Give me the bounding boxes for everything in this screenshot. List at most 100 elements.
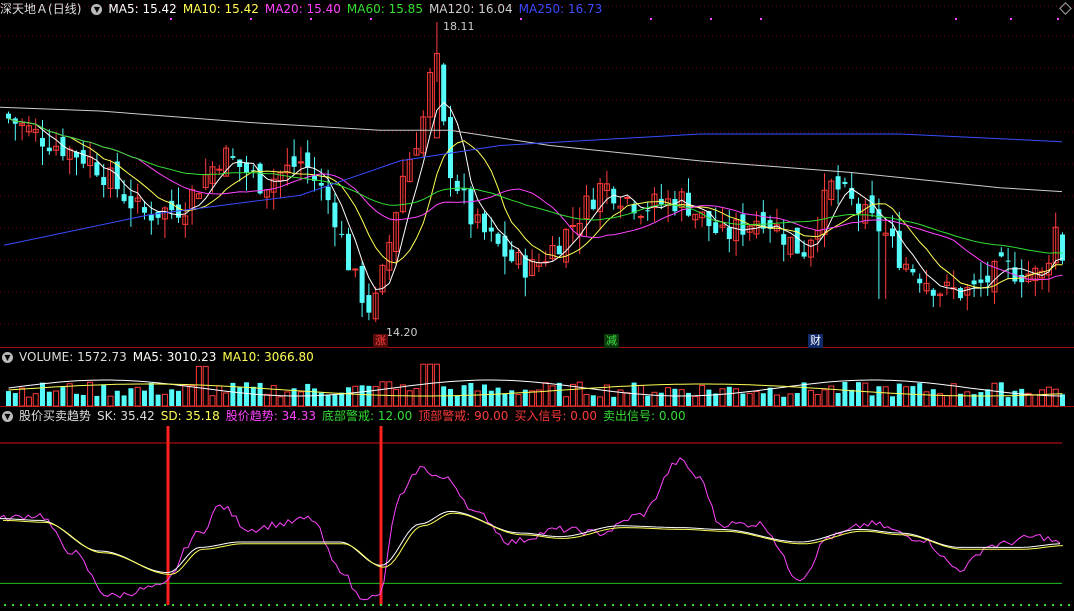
bottom-dot xyxy=(748,604,750,606)
volume-bar-up xyxy=(943,395,950,407)
bottom-dot xyxy=(260,604,262,606)
bottom-dot xyxy=(476,604,478,606)
bottom-dot xyxy=(604,604,606,606)
bottom-dot xyxy=(724,604,726,606)
signal-dot xyxy=(170,18,172,20)
volume-bar-up xyxy=(277,396,284,407)
volume-bar-down xyxy=(237,387,243,406)
bottom-dot xyxy=(892,604,894,606)
bottom-dot xyxy=(692,604,694,606)
candle-down xyxy=(305,152,311,168)
volume-bar-up xyxy=(189,384,196,407)
volume-bar-down xyxy=(244,382,249,406)
bottom-dot xyxy=(444,604,446,606)
candle-down xyxy=(781,234,787,245)
candle-down xyxy=(237,159,243,167)
volume-bar-up xyxy=(1052,388,1059,407)
volume-bar-up xyxy=(427,363,434,407)
volume-bar-down xyxy=(40,382,45,406)
volume-bar-down xyxy=(359,385,365,406)
volume-bar-up xyxy=(964,391,971,407)
volume-bar-down xyxy=(502,393,508,406)
candle-down xyxy=(230,156,236,158)
candle-down xyxy=(917,278,923,284)
top-warn-value: 顶部警戒: 90.00 xyxy=(418,409,509,423)
candle-down xyxy=(325,186,331,201)
volume-bar-down xyxy=(726,386,732,406)
bottom-dot xyxy=(228,604,230,606)
volume-bar-up xyxy=(515,394,522,407)
candle-down xyxy=(1005,260,1011,262)
signal-dot xyxy=(710,18,712,20)
candle-down xyxy=(461,188,467,191)
volume-bar-up xyxy=(297,391,304,407)
bottom-dot xyxy=(532,604,534,606)
volume-bar-down xyxy=(890,396,895,406)
candle-down xyxy=(890,228,895,237)
bottom-dot xyxy=(772,604,774,606)
bottom-dot xyxy=(68,604,70,606)
volume-bar-down xyxy=(305,383,311,406)
bottom-dot xyxy=(180,604,182,606)
volume-bar-down xyxy=(869,395,875,406)
volume-bar-down xyxy=(658,392,664,406)
bottom-dot xyxy=(484,604,486,606)
volume-bar-down xyxy=(312,388,317,406)
bottom-dot xyxy=(660,604,662,606)
bottom-dot xyxy=(340,604,342,606)
volume-bar-down xyxy=(128,388,134,406)
bottom-dot xyxy=(820,604,822,606)
bottom-dot xyxy=(76,604,78,606)
ma250-line xyxy=(3,133,1063,246)
volume-bar-up xyxy=(433,363,440,407)
bottom-dot xyxy=(644,604,646,606)
volume-bar-down xyxy=(448,388,453,406)
bottom-dot xyxy=(788,604,790,606)
bottom-dot xyxy=(396,604,398,606)
candle-down xyxy=(244,162,249,173)
candle-down xyxy=(930,289,936,296)
buy-signal-value: 买入信号: 0.00 xyxy=(514,409,598,423)
bottom-dot xyxy=(684,604,686,606)
collapse-icon[interactable]: ▼ xyxy=(2,411,13,422)
candle-down xyxy=(842,181,848,185)
bottom-dot xyxy=(908,604,910,606)
bottom-dot xyxy=(212,604,214,606)
volume-bar-up xyxy=(665,387,672,407)
volume-bar-up xyxy=(991,382,998,407)
collapse-icon[interactable]: ▼ xyxy=(2,352,13,363)
event-badge-finance[interactable]: 财 xyxy=(808,334,823,348)
ma10-value: MA10: 15.42 xyxy=(182,2,259,16)
bottom-dot xyxy=(916,604,918,606)
volume-bar-up xyxy=(821,389,828,407)
bottom-dot xyxy=(308,604,310,606)
bottom-dot xyxy=(716,604,718,606)
bottom-dot xyxy=(1052,604,1054,606)
bottom-dot xyxy=(372,604,374,606)
bottom-dot xyxy=(428,604,430,606)
bottom-dot xyxy=(852,604,854,606)
candle-down xyxy=(441,64,447,122)
event-badge-reduce[interactable]: 减 xyxy=(604,334,619,348)
bottom-dot xyxy=(364,604,366,606)
bottom-dot xyxy=(84,604,86,606)
candle-down xyxy=(645,210,651,212)
volume-bar-down xyxy=(978,392,984,406)
candle-down xyxy=(726,227,732,240)
volume-bar-down xyxy=(468,382,474,406)
volume-bar-up xyxy=(406,390,413,407)
collapse-icon[interactable]: ▼ xyxy=(91,4,103,15)
event-badge-rise[interactable]: 涨 xyxy=(373,334,388,348)
volume-bar-down xyxy=(454,395,460,406)
volume-value: VOLUME: 1572.73 xyxy=(19,350,127,364)
volume-bar-up xyxy=(263,393,270,407)
volume-bar-up xyxy=(216,385,223,407)
bottom-dot xyxy=(356,604,358,606)
bottom-dot xyxy=(116,604,118,606)
bottom-dot xyxy=(140,604,142,606)
volume-header: ▼ VOLUME: 1572.73 MA5: 3010.23 MA10: 3066.8… xyxy=(0,349,320,365)
bottom-dot xyxy=(540,604,542,606)
bottom-dot xyxy=(764,604,766,606)
kline-chart-canvas[interactable] xyxy=(0,0,1074,611)
candle-down xyxy=(556,245,562,255)
